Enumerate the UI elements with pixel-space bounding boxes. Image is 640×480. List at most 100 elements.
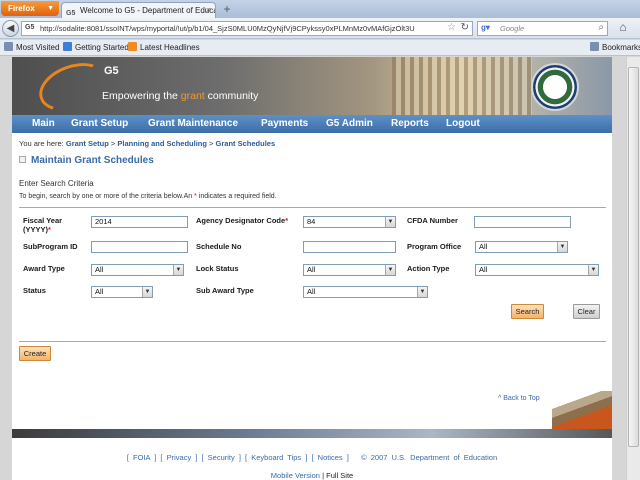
subprogram-id-input[interactable] bbox=[91, 241, 188, 253]
tagline: Empowering the grant community bbox=[102, 90, 259, 102]
fiscal-year-input[interactable]: 2014 bbox=[91, 216, 188, 228]
rss-icon bbox=[128, 42, 137, 51]
bookmarks-toolbar: Most Visited Getting Started Latest Head… bbox=[0, 40, 640, 56]
program-office-select[interactable]: All ▼ bbox=[475, 241, 568, 253]
action-type-select[interactable]: All ▼ bbox=[475, 264, 599, 276]
bookmarks-icon bbox=[590, 42, 599, 51]
page-scrollbar[interactable] bbox=[626, 57, 640, 480]
action-type-label: Action Type bbox=[407, 264, 450, 273]
bookmarks-menu[interactable]: Bookmarks bbox=[590, 42, 640, 53]
url-bar[interactable]: G5 http://sodalite:8081/ssoINT/wps/mypor… bbox=[21, 21, 473, 36]
search-bar[interactable]: g▾ Google ⌕ bbox=[477, 21, 608, 36]
lock-status-select[interactable]: All ▼ bbox=[303, 264, 396, 276]
main-nav: Main Grant Setup Grant Maintenance Payme… bbox=[12, 115, 612, 133]
dropdown-arrow-icon: ▼ bbox=[557, 242, 567, 252]
copyright: © 2007 U.S. Department of Education bbox=[361, 453, 498, 462]
search-button[interactable]: Search bbox=[511, 304, 544, 319]
status-label: Status bbox=[23, 286, 46, 295]
url-text[interactable]: http://sodalite:8081/ssoINT/wps/myportal… bbox=[40, 24, 460, 33]
create-button[interactable]: Create bbox=[19, 346, 51, 361]
page-title-row: Maintain Grant Schedules bbox=[19, 155, 154, 166]
g5-logo: G5 bbox=[104, 65, 119, 77]
reload-icon[interactable]: ↻ bbox=[461, 22, 469, 33]
scrollbar-thumb[interactable] bbox=[628, 67, 639, 447]
version-switch: Mobile Version | Full Site bbox=[270, 471, 354, 480]
web-page: G5 Empowering the grant community Main G… bbox=[12, 57, 612, 480]
fiscal-year-label: Fiscal Year (YYYY)* bbox=[23, 216, 63, 234]
search-hint: To begin, search by one or more of the c… bbox=[19, 193, 277, 200]
sub-award-type-label: Sub Award Type bbox=[196, 286, 254, 295]
footer-security-link[interactable]: Security bbox=[208, 453, 235, 462]
chevron-down-icon: ▼ bbox=[47, 5, 54, 12]
sub-award-type-select[interactable]: All ▼ bbox=[303, 286, 428, 298]
divider bbox=[19, 341, 606, 342]
department-seal-icon bbox=[531, 63, 579, 111]
g5-favicon-icon: G5 bbox=[66, 10, 76, 17]
bookmark-most-visited[interactable]: Most Visited bbox=[4, 42, 59, 53]
agency-code-label: Agency Designator Code* bbox=[196, 216, 289, 225]
back-button[interactable]: ◀ bbox=[2, 20, 19, 37]
back-to-top-link[interactable]: ^ Back to Top bbox=[498, 395, 540, 402]
dropdown-arrow-icon: ▼ bbox=[173, 265, 183, 275]
bookmark-star-icon[interactable]: ☆ bbox=[447, 22, 456, 33]
cfda-number-label: CFDA Number bbox=[407, 216, 458, 225]
schedule-no-input[interactable] bbox=[303, 241, 396, 253]
agency-code-select[interactable]: 84 ▼ bbox=[303, 216, 396, 228]
breadcrumb-grant-schedules[interactable]: Grant Schedules bbox=[216, 139, 276, 148]
footer-foia-link[interactable]: FOIA bbox=[133, 453, 150, 462]
nav-logout[interactable]: Logout bbox=[446, 115, 480, 133]
cfda-number-input[interactable] bbox=[474, 216, 571, 228]
bookmark-folder-icon bbox=[4, 42, 13, 51]
nav-g5-admin[interactable]: G5 Admin bbox=[326, 115, 373, 133]
footer-privacy-link[interactable]: Privacy bbox=[167, 453, 192, 462]
dropdown-arrow-icon: ▼ bbox=[385, 265, 395, 275]
dropdown-arrow-icon: ▼ bbox=[142, 287, 152, 297]
bookmark-latest-headlines[interactable]: Latest Headlines bbox=[128, 42, 200, 53]
library-corner-image bbox=[552, 391, 612, 429]
award-type-label: Award Type bbox=[23, 264, 65, 273]
lock-status-label: Lock Status bbox=[196, 264, 239, 273]
library-shelves-image bbox=[392, 57, 532, 115]
subprogram-id-label: SubProgram ID bbox=[23, 242, 78, 251]
firefox-menu-button[interactable]: Firefox ▼ bbox=[1, 1, 59, 16]
footer-bar bbox=[12, 429, 612, 438]
browser-navbar: ◀ G5 http://sodalite:8081/ssoINT/wps/myp… bbox=[0, 18, 640, 39]
clear-button[interactable]: Clear bbox=[573, 304, 600, 319]
dropdown-arrow-icon: ▼ bbox=[588, 265, 598, 275]
search-placeholder: Google bbox=[500, 24, 525, 33]
full-site-label: Full Site bbox=[326, 471, 354, 480]
search-icon[interactable]: ⌕ bbox=[598, 22, 604, 33]
nav-grant-setup[interactable]: Grant Setup bbox=[71, 115, 128, 133]
browser-titlebar: Firefox ▼ G5 Welcome to G5 - Department o… bbox=[0, 0, 640, 18]
close-tab-icon[interactable]: × bbox=[206, 3, 211, 18]
nav-reports[interactable]: Reports bbox=[391, 115, 429, 133]
dropdown-arrow-icon: ▼ bbox=[385, 217, 395, 227]
schedule-no-label: Schedule No bbox=[196, 242, 242, 251]
google-icon[interactable]: g▾ bbox=[481, 23, 490, 32]
home-icon[interactable]: ⌂ bbox=[614, 20, 632, 37]
new-tab-button[interactable]: + bbox=[219, 3, 235, 17]
dropdown-arrow-icon: ▼ bbox=[417, 287, 427, 297]
footer-keyboard-tips-link[interactable]: Keyboard Tips bbox=[251, 453, 301, 462]
nav-grant-maintenance[interactable]: Grant Maintenance bbox=[148, 115, 238, 133]
bookmark-getting-started[interactable]: Getting Started bbox=[63, 42, 129, 53]
site-favicon-icon: G5 bbox=[25, 24, 35, 31]
breadcrumb-grant-setup[interactable]: Grant Setup bbox=[66, 139, 109, 148]
nav-main[interactable]: Main bbox=[32, 115, 55, 133]
section-label: Enter Search Criteria bbox=[19, 179, 94, 188]
tab-title: Welcome to G5 - Department of Educatio..… bbox=[80, 6, 216, 15]
mobile-version-link[interactable]: Mobile Version bbox=[271, 471, 320, 480]
nav-payments[interactable]: Payments bbox=[261, 115, 308, 133]
page-title: Maintain Grant Schedules bbox=[31, 155, 154, 166]
program-office-label: Program Office bbox=[407, 242, 462, 251]
footer-notices-link[interactable]: Notices bbox=[318, 453, 343, 462]
breadcrumb: You are here: Grant Setup > Planning and… bbox=[19, 139, 276, 148]
breadcrumb-planning-scheduling[interactable]: Planning and Scheduling bbox=[117, 139, 207, 148]
collapse-icon[interactable] bbox=[19, 156, 26, 163]
site-banner: G5 Empowering the grant community bbox=[12, 57, 612, 115]
award-type-select[interactable]: All ▼ bbox=[91, 264, 184, 276]
logo-arc bbox=[32, 57, 114, 115]
browser-tab[interactable]: G5 Welcome to G5 - Department of Educati… bbox=[61, 2, 216, 18]
status-select[interactable]: All ▼ bbox=[91, 286, 153, 298]
page-icon bbox=[63, 42, 72, 51]
